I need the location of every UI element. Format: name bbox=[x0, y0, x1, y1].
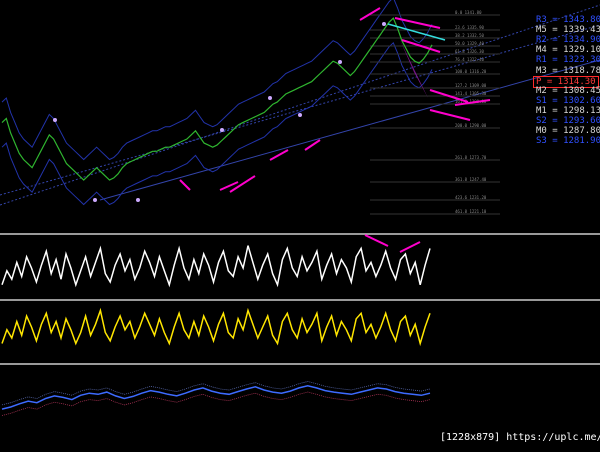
level-label: M0 = 1287.80 bbox=[536, 126, 600, 137]
fib-label: 0.0 1341.80 bbox=[455, 10, 482, 15]
fib-label: 127.2 1309.00 bbox=[455, 83, 487, 88]
channel-upper-line bbox=[0, 4, 600, 206]
chart-window: 0.0 1341.80 23.6 1335.90 38.2 1332.50 50.0 … bbox=[0, 0, 600, 448]
oscillator-3-line bbox=[1, 385, 431, 410]
fractal-marker bbox=[220, 128, 224, 132]
chart-canvas: 0.0 1341.80 23.6 1335.90 38.2 1332.50 50.0 … bbox=[0, 0, 600, 416]
oscillator-3-band-low bbox=[1, 391, 431, 416]
level-label: S2 = 1293.60 bbox=[536, 116, 600, 126]
signal-arrow bbox=[429, 109, 471, 121]
oscillator-2-line bbox=[1, 307, 431, 347]
fractal-marker bbox=[53, 118, 57, 122]
oscillator-3-band-high bbox=[1, 381, 431, 406]
level-label: R2 = 1334.90 bbox=[536, 35, 600, 46]
signal-arrow bbox=[364, 234, 389, 247]
level-label: M5 = 1339.43 bbox=[536, 25, 600, 36]
fib-label: 23.6 1335.90 bbox=[455, 25, 484, 30]
signal-arrow bbox=[394, 17, 441, 29]
oscillator-1-line bbox=[1, 245, 431, 288]
level-label: M1 = 1298.13 bbox=[536, 105, 600, 116]
level-label: R1 = 1323.30 bbox=[536, 55, 600, 66]
fractal-marker bbox=[382, 22, 386, 26]
level-label: M3 = 1318.78 bbox=[536, 65, 600, 76]
envelope-upper bbox=[1, 0, 433, 161]
level-label: S3 = 1281.90 bbox=[536, 136, 600, 147]
fractal-marker bbox=[136, 198, 140, 202]
fractal-marker bbox=[298, 113, 302, 117]
level-label: R3 = 1343.80 bbox=[536, 15, 600, 25]
fib-label: 141.4 1305.30 bbox=[455, 91, 487, 96]
fib-label: 50.0 1329.40 bbox=[455, 41, 484, 46]
fib-label: 261.8 1273.70 bbox=[455, 155, 487, 160]
fractal-marker bbox=[93, 198, 97, 202]
envelope-lower bbox=[1, 41, 433, 206]
fib-label: 423.6 1231.20 bbox=[455, 195, 487, 200]
fib-label: 200.0 1290.00 bbox=[455, 123, 487, 128]
fib-label: 61.8 1326.30 bbox=[455, 49, 484, 54]
fib-label: 38.2 1332.50 bbox=[455, 33, 484, 38]
fib-label: 461.8 1221.10 bbox=[455, 209, 487, 214]
fib-label: 361.8 1247.40 bbox=[455, 177, 487, 182]
level-label: M2 = 1308.45 bbox=[536, 85, 600, 96]
fib-label: 76.4 1322.40 bbox=[455, 57, 484, 62]
watermark: [1228x879] https://uplc.me/ bbox=[440, 432, 600, 443]
fractal-marker bbox=[268, 96, 272, 100]
channel-lower-line bbox=[99, 59, 600, 201]
signal-arrow bbox=[399, 241, 421, 253]
fib-label: 100.0 1316.20 bbox=[455, 69, 487, 74]
price-line bbox=[1, 17, 433, 181]
level-label: S1 = 1302.60 bbox=[536, 95, 600, 106]
fractal-marker bbox=[338, 60, 342, 64]
level-label: M4 = 1329.10 bbox=[536, 45, 600, 56]
channel-mid-line bbox=[0, 24, 600, 196]
signal-arrow bbox=[179, 179, 191, 191]
